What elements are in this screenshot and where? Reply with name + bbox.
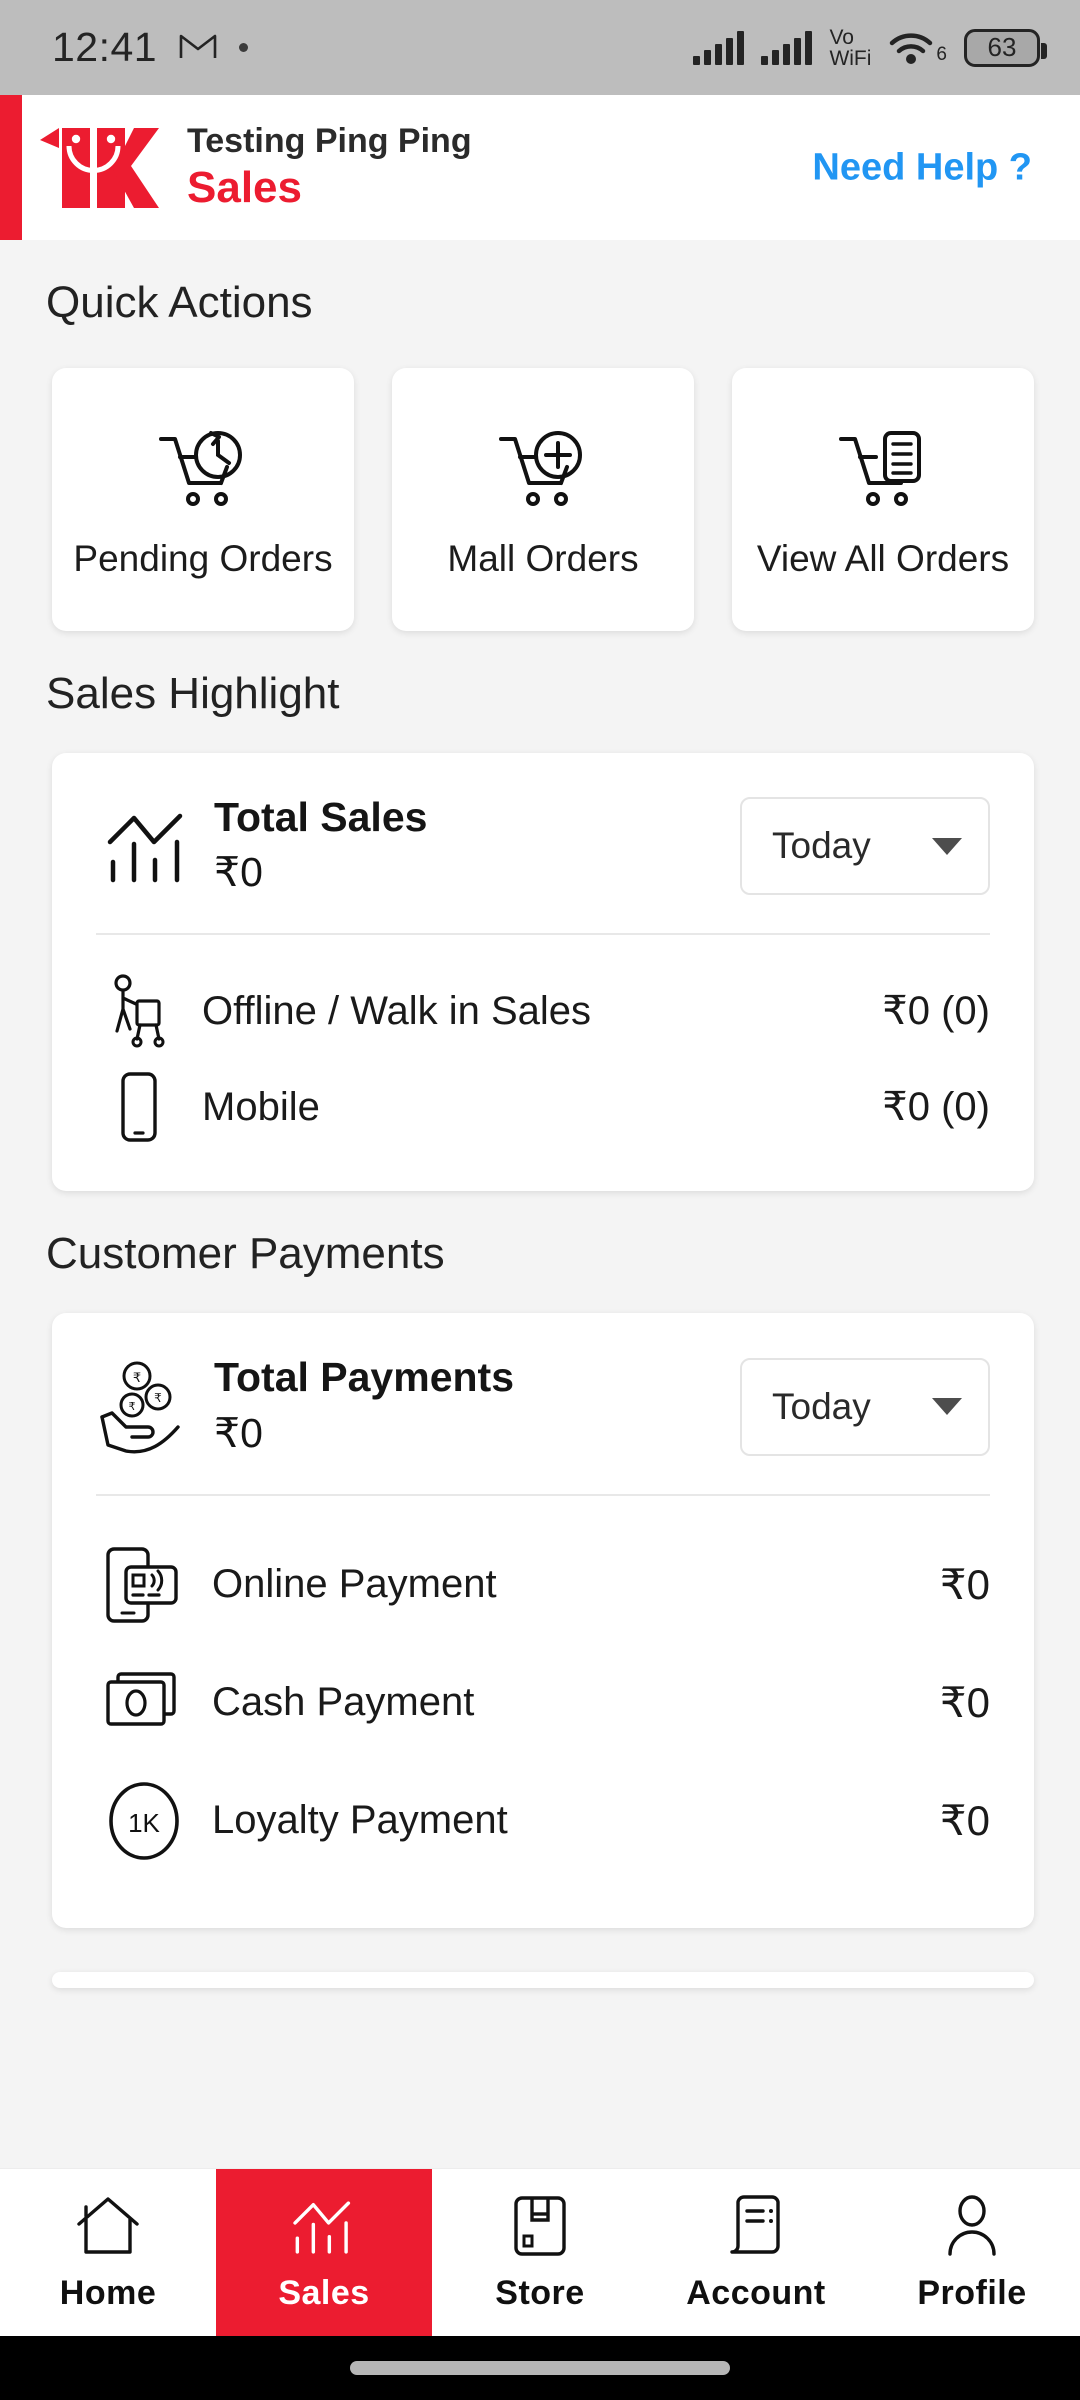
wifi-icon: 6 [888, 30, 947, 66]
mobile-phone-icon [96, 1070, 182, 1144]
payment-row-label: Cash Payment [212, 1680, 475, 1725]
customer-payments-text: Total Payments ₹0 [200, 1353, 740, 1459]
customer-payments-header: ₹ ₹ ₹ Total Payments ₹0 Today [52, 1313, 1034, 1493]
quick-action-label: Mall Orders [447, 537, 639, 579]
store-name: Testing Ping Ping [187, 121, 472, 160]
person-icon [941, 2192, 1003, 2260]
battery-icon: 63 [964, 28, 1047, 67]
receipt-icon [726, 2192, 786, 2260]
payment-row-label: Online Payment [212, 1562, 497, 1607]
nav-label: Store [495, 2274, 585, 2312]
online-payment-icon [96, 1543, 192, 1627]
total-sales-value: ₹0 [214, 849, 263, 896]
sales-period-value: Today [772, 825, 871, 867]
nav-item-store[interactable]: Store [432, 2169, 648, 2336]
quick-actions-row: Pending Orders Mall Orders View All Orde… [0, 328, 1080, 631]
sales-row-value: ₹0 (0) [882, 989, 990, 1034]
nav-item-profile[interactable]: Profile [864, 2169, 1080, 2336]
payment-row-value: ₹0 [939, 1561, 990, 1609]
svg-text:1K: 1K [128, 1808, 160, 1838]
svg-text:₹: ₹ [129, 1401, 136, 1413]
payment-row-value: ₹0 [939, 1679, 990, 1727]
need-help-link[interactable]: Need Help ? [812, 146, 1032, 189]
cash-note-icon [96, 1668, 192, 1738]
payment-row-online[interactable]: Online Payment ₹0 [52, 1526, 1034, 1644]
sales-highlight-header: Total Sales ₹0 Today [52, 753, 1034, 933]
walk-in-shopper-icon [96, 974, 182, 1048]
payments-period-value: Today [772, 1385, 871, 1427]
header-accent-rail [0, 95, 22, 240]
payment-row-label: Loyalty Payment [212, 1798, 508, 1843]
bar-chart-line-icon [289, 2192, 359, 2260]
quick-actions-title: Quick Actions [46, 278, 313, 327]
total-sales-label: Total Sales [214, 794, 428, 840]
sales-row-mobile[interactable]: Mobile ₹0 (0) [52, 1059, 1034, 1155]
chevron-down-icon [932, 1398, 962, 1416]
payment-row-value: ₹0 [939, 1797, 990, 1845]
svg-text:₹: ₹ [133, 1370, 141, 1385]
gmail-icon [179, 30, 217, 65]
sales-highlight-title: Sales Highlight [46, 669, 340, 718]
cart-list-icon [833, 418, 933, 526]
status-bar-clock: 12:41 [52, 24, 158, 70]
sales-row-label: Mobile [202, 1084, 320, 1129]
svg-text:₹: ₹ [154, 1391, 162, 1405]
quick-action-mall-orders[interactable]: Mall Orders [392, 368, 694, 631]
nav-item-sales[interactable]: Sales [216, 2169, 432, 2336]
hand-coins-icon: ₹ ₹ ₹ [96, 1359, 200, 1455]
phone-screen: 12:41 Vo WiFi 6 63 Testing Ping Ping Sal… [0, 0, 1080, 2400]
battery-level-label: 63 [987, 32, 1017, 62]
sales-row-offline[interactable]: Offline / Walk in Sales ₹0 (0) [52, 963, 1034, 1059]
payment-row-cash[interactable]: Cash Payment ₹0 [52, 1644, 1034, 1762]
nav-label: Home [59, 2274, 157, 2312]
gesture-navigation-bar[interactable] [0, 2336, 1080, 2400]
quick-action-view-all-orders[interactable]: View All Orders [732, 368, 1034, 631]
nav-label: Profile [917, 2274, 1027, 2312]
customer-payments-title: Customer Payments [46, 1229, 445, 1279]
customer-payments-card: ₹ ₹ ₹ Total Payments ₹0 Today Online Pay… [52, 1313, 1034, 1928]
nav-label: Account [686, 2274, 826, 2312]
store-icon [508, 2192, 572, 2260]
volte-wifi-icon: Vo WiFi [829, 25, 872, 70]
cart-clock-icon [153, 418, 253, 526]
status-bar-left: 12:41 [52, 24, 249, 71]
nav-label: Sales [278, 2274, 370, 2312]
total-payments-value: ₹0 [214, 1409, 263, 1456]
payments-period-dropdown[interactable]: Today [740, 1357, 990, 1456]
page-title: Sales [187, 163, 302, 213]
nav-item-home[interactable]: Home [0, 2169, 216, 2336]
signal-bars-icon [693, 30, 745, 65]
sales-highlight-card: Total Sales ₹0 Today Offline / Walk in S… [52, 753, 1034, 1192]
1k-logo [22, 122, 177, 214]
total-payments-label: Total Payments [214, 1354, 514, 1401]
sales-row-value: ₹0 (0) [882, 1085, 990, 1130]
header-text-block: Testing Ping Ping Sales [187, 120, 472, 215]
home-icon [73, 2192, 143, 2260]
payment-row-loyalty[interactable]: 1K Loyalty Payment ₹0 [52, 1762, 1034, 1880]
bar-chart-line-icon [96, 804, 200, 888]
loyalty-1k-icon: 1K [96, 1779, 192, 1863]
quick-action-label: Pending Orders [73, 537, 333, 579]
quick-action-label: View All Orders [756, 537, 1010, 579]
status-bar-right: Vo WiFi 6 63 [693, 25, 1047, 70]
gesture-handle[interactable] [350, 2361, 730, 2375]
sales-row-label: Offline / Walk in Sales [202, 988, 592, 1033]
bottom-navigation: Home Sales Store Account Profile [0, 2168, 1080, 2336]
sales-highlight-text: Total Sales ₹0 [200, 793, 740, 899]
notification-dot-icon [239, 43, 249, 52]
app-header: Testing Ping Ping Sales Need Help ? [0, 95, 1080, 240]
cart-plus-icon [493, 418, 593, 526]
sales-period-dropdown[interactable]: Today [740, 797, 990, 896]
nav-item-account[interactable]: Account [648, 2169, 864, 2336]
signal-bars-icon [761, 30, 813, 65]
scroll-content[interactable]: Quick Actions Pending Orders Mall Orders… [0, 240, 1080, 2168]
chevron-down-icon [932, 837, 962, 855]
next-card-peek [52, 1971, 1034, 1988]
wifi-generation-label: 6 [936, 43, 947, 65]
quick-action-pending-orders[interactable]: Pending Orders [52, 368, 354, 631]
status-bar: 12:41 Vo WiFi 6 63 [0, 0, 1080, 95]
